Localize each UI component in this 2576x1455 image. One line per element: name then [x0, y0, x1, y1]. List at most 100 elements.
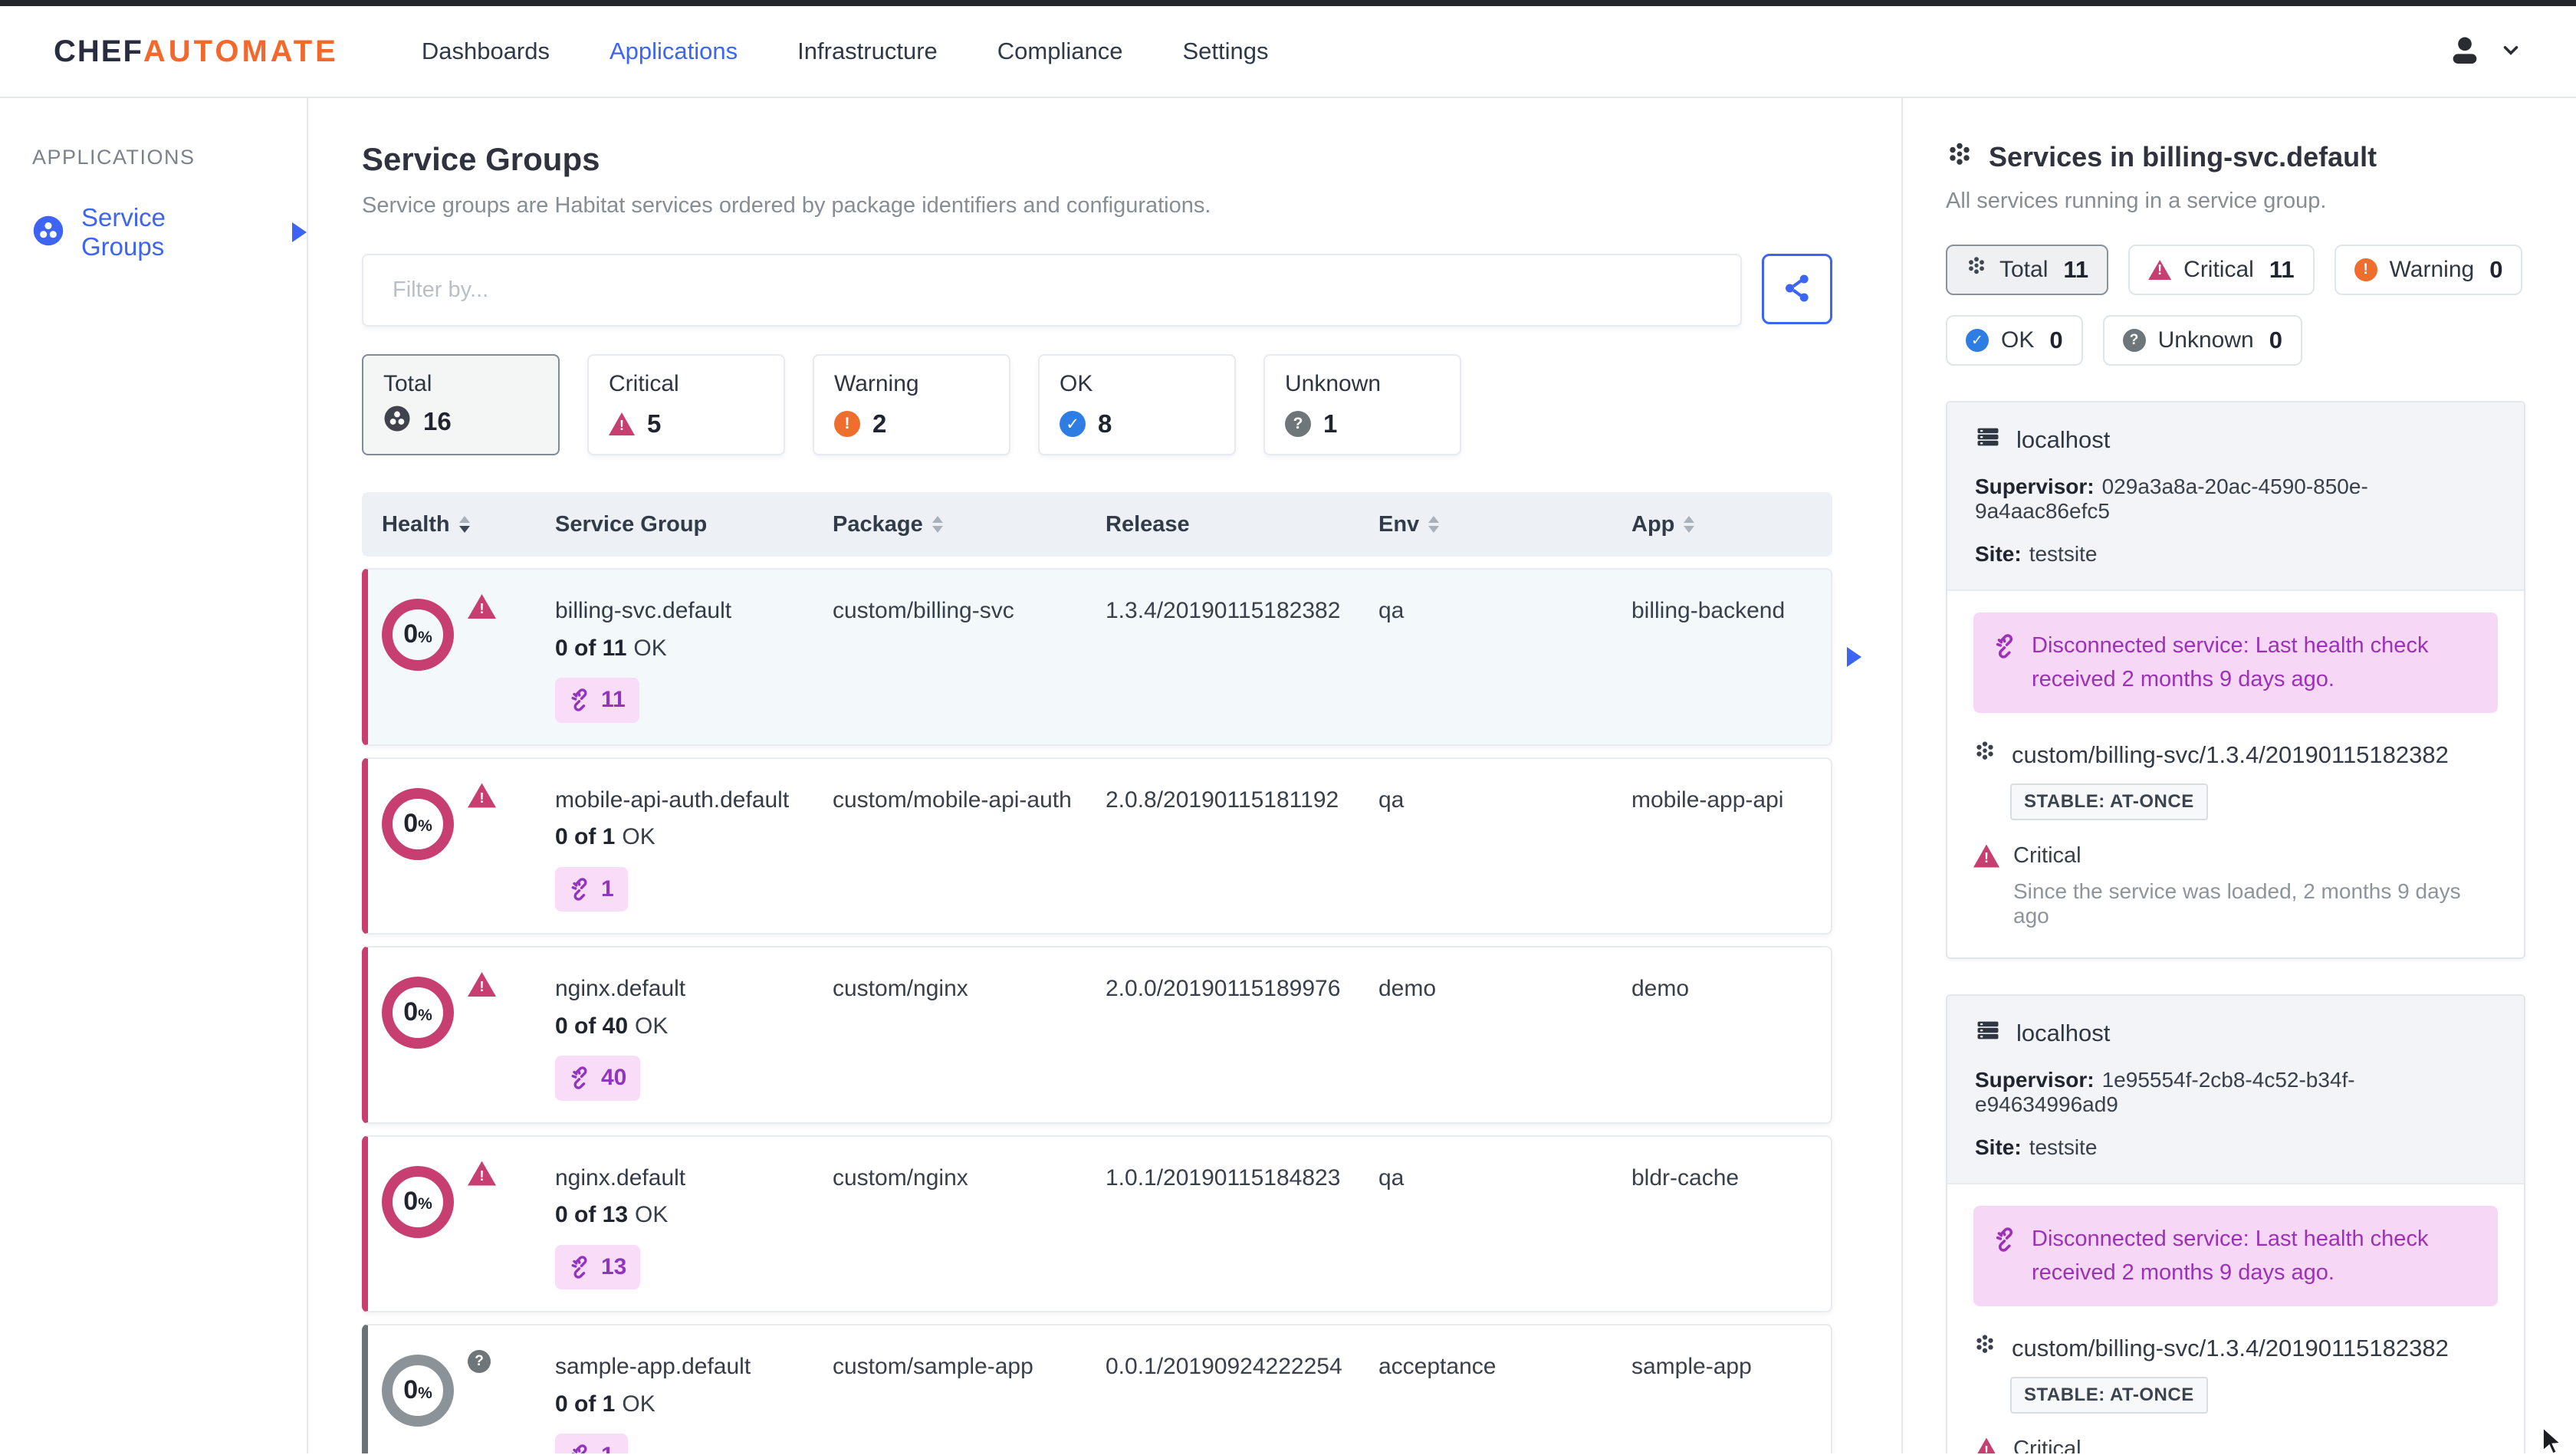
health-donut: 0% [382, 977, 454, 1049]
stat-value: 1 [1323, 409, 1338, 438]
sort-icon[interactable] [1428, 516, 1440, 533]
user-avatar-icon [2447, 32, 2482, 71]
badge-warning[interactable]: Warning0 [2334, 245, 2523, 295]
services-dots-icon [1946, 142, 1973, 173]
sort-icon[interactable] [458, 516, 470, 533]
service-group-name: billing-svc.default [555, 598, 732, 623]
table-row-sample-app[interactable]: 0% sample-app.default 0 of 1OK 1 custom/… [362, 1324, 1832, 1453]
package-cell: custom/mobile-api-auth [833, 787, 1072, 813]
broken-link-icon [1996, 1227, 2013, 1252]
critical-icon [468, 972, 496, 997]
share-button[interactable] [1762, 254, 1832, 324]
since-text: Since the service was loaded, 2 months 9… [2013, 879, 2461, 928]
main-content: Service Groups Service groups are Habita… [308, 98, 1901, 1453]
service-group-name: sample-app.default [555, 1354, 751, 1379]
table-row-nginx-qa[interactable]: 0% nginx.default 0 of 13OK 13 custom/ngi… [362, 1135, 1832, 1312]
critical-icon [2148, 260, 2172, 280]
sort-icon[interactable] [1684, 516, 1695, 533]
stat-card-ok[interactable]: OK 8 [1038, 354, 1236, 455]
stat-label: OK [1060, 371, 1093, 396]
supervisor-line: Supervisor: 1e95554f-2cb8-4c52-b34f-e9463… [1975, 1068, 2355, 1116]
service-card-header: localhost Supervisor: 029a3a8a-20ac-4590-… [1947, 402, 2524, 591]
package-cell: custom/billing-svc [833, 598, 1014, 623]
service-group-name: mobile-api-auth.default [555, 787, 790, 813]
stat-card-warning[interactable]: Warning 2 [813, 354, 1010, 455]
table-row-nginx-demo[interactable]: 0% nginx.default 0 of 40OK 40 custom/ngi… [362, 946, 1832, 1124]
host-name: localhost [2016, 426, 2111, 453]
channel-tag: STABLE: AT-ONCE [2010, 783, 2208, 820]
user-menu[interactable] [2447, 32, 2522, 71]
unknown-icon [2122, 329, 2146, 352]
ok-count: 0 of 11 OK [555, 635, 667, 661]
stat-value: 8 [1098, 409, 1112, 438]
site-line: Site: testsite [1975, 542, 2098, 566]
host-name: localhost [2016, 1020, 2111, 1046]
nav-compliance[interactable]: Compliance [997, 38, 1123, 65]
badge-total[interactable]: Total 11 [1946, 245, 2109, 295]
stat-value: 5 [647, 409, 662, 438]
table-row-mobile-api-auth[interactable]: 0% mobile-api-auth.default 0 of 1OK 1 cu… [362, 757, 1832, 934]
nav-settings[interactable]: Settings [1182, 38, 1268, 65]
app-cell: bldr-cache [1631, 1164, 1740, 1191]
nav-dashboards[interactable]: Dashboards [422, 38, 550, 65]
column-header-service-group[interactable]: Service Group [555, 512, 833, 537]
app-cell: billing-backend [1631, 598, 1786, 623]
app-cell: mobile-app-api [1631, 787, 1784, 813]
table-header: Health Service Group Package Release Env… [362, 492, 1832, 557]
service-card[interactable]: localhost Supervisor: 029a3a8a-20ac-4590-… [1946, 401, 2525, 959]
service-groups-icon [32, 215, 64, 251]
release-cell: 0.0.1/20190924222254 [1106, 1354, 1342, 1379]
critical-icon [609, 412, 635, 435]
column-header-app[interactable]: App [1631, 512, 1832, 537]
release-cell: 2.0.8/20190115181192 [1106, 787, 1339, 813]
chevron-down-icon [2499, 38, 2522, 65]
stat-card-critical[interactable]: Critical 5 [587, 354, 785, 455]
package-identifier: custom/billing-svc/1.3.4/20190115182382 [1973, 1334, 2498, 1363]
expand-arrow-icon[interactable] [292, 222, 307, 242]
channel-tag: STABLE: AT-ONCE [2010, 1377, 2208, 1414]
service-group-name: nginx.default [555, 976, 686, 1001]
column-header-release[interactable]: Release [1106, 512, 1378, 537]
navbar: CHEFAUTOMATE Dashboards Applications Inf… [0, 6, 2576, 98]
broken-link-icon [1996, 634, 2013, 659]
total-services-icon [1966, 256, 1987, 284]
column-header-health[interactable]: Health [382, 512, 555, 537]
page-subtitle: Service groups are Habitat services orde… [362, 193, 1211, 218]
ok-count: 0 of 1 OK [555, 1391, 656, 1417]
badge-unknown[interactable]: Unknown0 [2102, 315, 2302, 366]
column-header-package[interactable]: Package [833, 512, 1106, 537]
disconnected-count-badge: 13 [555, 1244, 641, 1289]
column-header-env[interactable]: Env [1378, 512, 1631, 537]
service-group-list: 0% billing-svc.default 0 of 11OK 11 cust… [362, 568, 1861, 1453]
stat-label: Critical [609, 371, 679, 396]
package-cell: custom/nginx [833, 1164, 968, 1191]
status-filter-cards: Total 16 Critical 5 Warning 2 OK 8 Unkno… [362, 354, 1901, 455]
health-status-line: Critical [1973, 843, 2498, 869]
main-nav: Dashboards Applications Infrastructure C… [422, 38, 2447, 65]
badge-critical[interactable]: Critical11 [2128, 245, 2315, 295]
badge-ok[interactable]: OK0 [1946, 315, 2083, 366]
disconnected-count-badge: 1 [555, 1434, 628, 1453]
critical-icon [468, 594, 496, 619]
ok-count: 0 of 13 OK [555, 1202, 669, 1227]
chef-automate-logo[interactable]: CHEFAUTOMATE [54, 34, 339, 69]
stat-value: 16 [423, 407, 452, 435]
env-cell: qa [1378, 787, 1405, 813]
release-cell: 1.0.1/20190115184823 [1106, 1164, 1341, 1191]
nav-infrastructure[interactable]: Infrastructure [797, 38, 938, 65]
filter-input[interactable] [362, 254, 1742, 327]
sidebar: APPLICATIONS Service Groups [0, 98, 308, 1453]
service-card[interactable]: localhost Supervisor: 1e95554f-2cb8-4c52-… [1946, 994, 2525, 1453]
server-icon [1975, 424, 2001, 456]
stat-card-total[interactable]: Total 16 [362, 354, 560, 455]
sidebar-item-service-groups[interactable]: Service Groups [32, 203, 307, 261]
sort-icon[interactable] [932, 516, 943, 533]
top-strip [0, 0, 2576, 6]
critical-icon [1973, 1437, 1999, 1453]
stat-card-unknown[interactable]: Unknown 1 [1263, 354, 1461, 455]
ok-count: 0 of 40 OK [555, 1013, 669, 1039]
package-cell: custom/sample-app [833, 1354, 1033, 1379]
table-row-billing-svc[interactable]: 0% billing-svc.default 0 of 11OK 11 cust… [362, 568, 1861, 746]
site-line: Site: testsite [1975, 1135, 2098, 1159]
nav-applications[interactable]: Applications [610, 38, 738, 65]
